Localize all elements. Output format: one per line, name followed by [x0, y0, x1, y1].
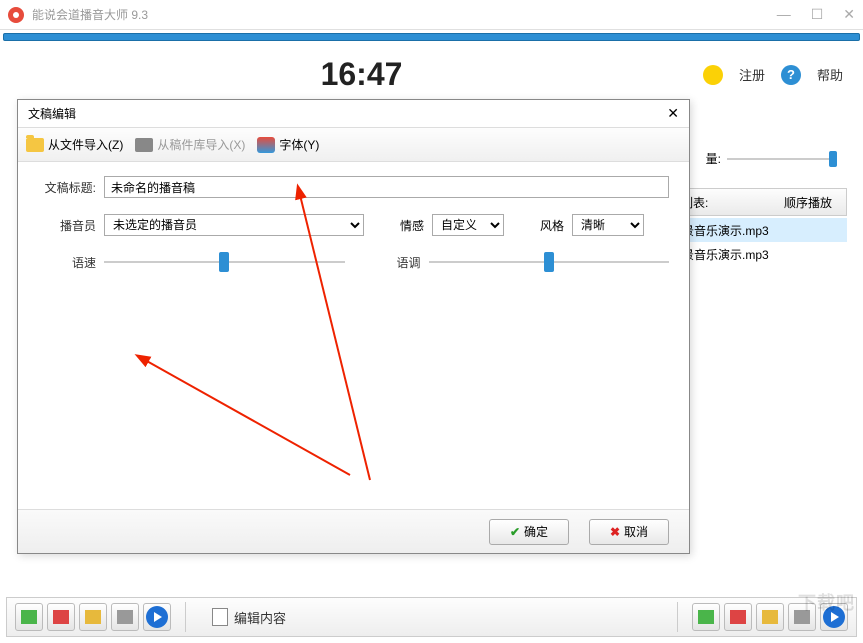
add-button[interactable] — [15, 603, 43, 631]
accent-bar — [3, 33, 860, 41]
emotion-select[interactable]: 自定义 — [432, 214, 504, 236]
playlist-header: 列表: 顺序播放 — [666, 188, 847, 216]
volume-label: 量: — [706, 150, 721, 167]
config-button[interactable] — [111, 603, 139, 631]
list-button-2[interactable] — [756, 603, 784, 631]
import-file-button[interactable]: 从文件导入(Z) — [26, 136, 123, 153]
header: 16:47 注册 ? 帮助 — [0, 44, 863, 101]
maximize-button[interactable]: ☐ — [811, 6, 824, 23]
dialog-body: 文稿标题: 播音员 未选定的播音员 情感 自定义 风格 清晰 语速 语调 — [18, 162, 689, 302]
list-item[interactable]: 背景音乐演示.mp3 — [666, 242, 847, 266]
dialog-footer: ✔确定 ✖取消 — [18, 509, 689, 553]
speed-slider[interactable] — [104, 252, 345, 272]
style-select[interactable]: 清晰 — [572, 214, 644, 236]
volume-slider[interactable] — [727, 158, 837, 160]
register-link[interactable]: 注册 — [739, 65, 765, 84]
document-edit-dialog: 文稿编辑 ✕ 从文件导入(Z) 从稿件库导入(X) 字体(Y) 文稿标题: 播音… — [17, 99, 690, 554]
volume-row: 量: — [706, 150, 837, 167]
import-library-button[interactable]: 从稿件库导入(X) — [135, 136, 245, 153]
list-button[interactable] — [79, 603, 107, 631]
speed-label: 语速 — [38, 254, 96, 271]
announcer-select[interactable]: 未选定的播音员 — [104, 214, 364, 236]
smiley-icon — [703, 65, 723, 85]
play-button[interactable] — [143, 603, 171, 631]
bottom-toolbar: 编辑内容 — [6, 597, 857, 637]
ok-button[interactable]: ✔确定 — [489, 519, 569, 545]
dialog-toolbar: 从文件导入(Z) 从稿件库导入(X) 字体(Y) — [18, 128, 689, 162]
close-button[interactable]: ✕ — [843, 6, 855, 23]
window-title: 能说会道播音大师 9.3 — [32, 6, 148, 23]
dialog-close-button[interactable]: ✕ — [667, 105, 679, 122]
minimize-button[interactable]: — — [777, 6, 791, 23]
doc-title-label: 文稿标题: — [38, 179, 96, 196]
announcer-label: 播音员 — [38, 217, 96, 234]
dialog-title: 文稿编辑 — [28, 105, 76, 122]
app-icon — [8, 7, 24, 23]
edit-content-label[interactable]: 编辑内容 — [212, 608, 286, 627]
watermark: 下载吧 — [798, 589, 855, 615]
remove-button-2[interactable] — [724, 603, 752, 631]
style-label: 风格 — [540, 217, 564, 234]
doc-title-input[interactable] — [104, 176, 669, 198]
tone-label: 语调 — [385, 254, 421, 271]
play-mode[interactable]: 顺序播放 — [784, 194, 832, 211]
folder-icon — [26, 138, 44, 152]
library-icon — [135, 138, 153, 152]
add-button-2[interactable] — [692, 603, 720, 631]
title-bar: 能说会道播音大师 9.3 — ☐ ✕ — [0, 0, 863, 30]
font-icon — [257, 137, 275, 153]
list-item[interactable]: 背景音乐演示.mp3 — [666, 218, 847, 242]
help-icon[interactable]: ? — [781, 65, 801, 85]
file-list: 背景音乐演示.mp3 背景音乐演示.mp3 — [666, 218, 847, 266]
document-icon — [212, 608, 228, 626]
cancel-button[interactable]: ✖取消 — [589, 519, 669, 545]
window-controls: — ☐ ✕ — [777, 6, 855, 23]
help-link[interactable]: 帮助 — [817, 65, 843, 84]
font-button[interactable]: 字体(Y) — [257, 136, 319, 153]
remove-button[interactable] — [47, 603, 75, 631]
emotion-label: 情感 — [400, 217, 424, 234]
tone-slider[interactable] — [429, 252, 670, 272]
dialog-title-bar: 文稿编辑 ✕ — [18, 100, 689, 128]
clock-display: 16:47 — [321, 56, 403, 93]
